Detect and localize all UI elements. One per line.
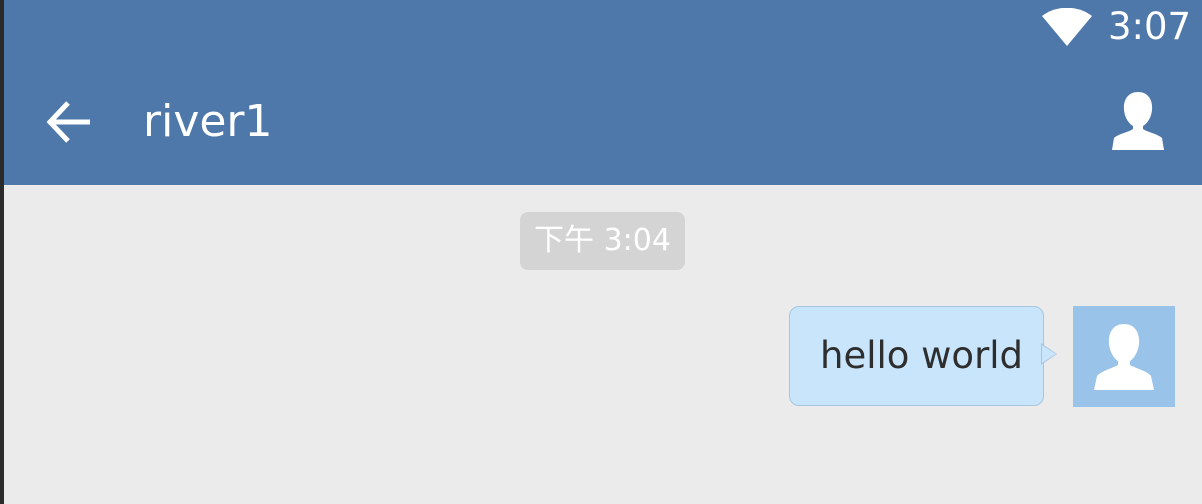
bubble-tail-fill — [1042, 345, 1056, 363]
status-bar: 3:07 — [4, 0, 1202, 56]
back-button[interactable] — [40, 96, 96, 148]
app-bar: river1 — [4, 56, 1202, 185]
chat-screen: 3:07 river1 下午 3:04 hello world — [4, 0, 1202, 504]
profile-button[interactable] — [1106, 92, 1170, 150]
message-timestamp: 下午 3:04 — [520, 212, 685, 270]
arrow-left-icon — [46, 101, 90, 143]
status-time: 3:07 — [1108, 5, 1192, 48]
person-icon — [1112, 92, 1164, 150]
person-icon — [1094, 324, 1154, 390]
avatar[interactable] — [1073, 306, 1175, 407]
wifi-icon — [1042, 8, 1092, 46]
message-row-outgoing: hello world — [4, 300, 1202, 415]
message-text: hello world — [820, 334, 1024, 377]
chat-title: river1 — [143, 96, 273, 147]
